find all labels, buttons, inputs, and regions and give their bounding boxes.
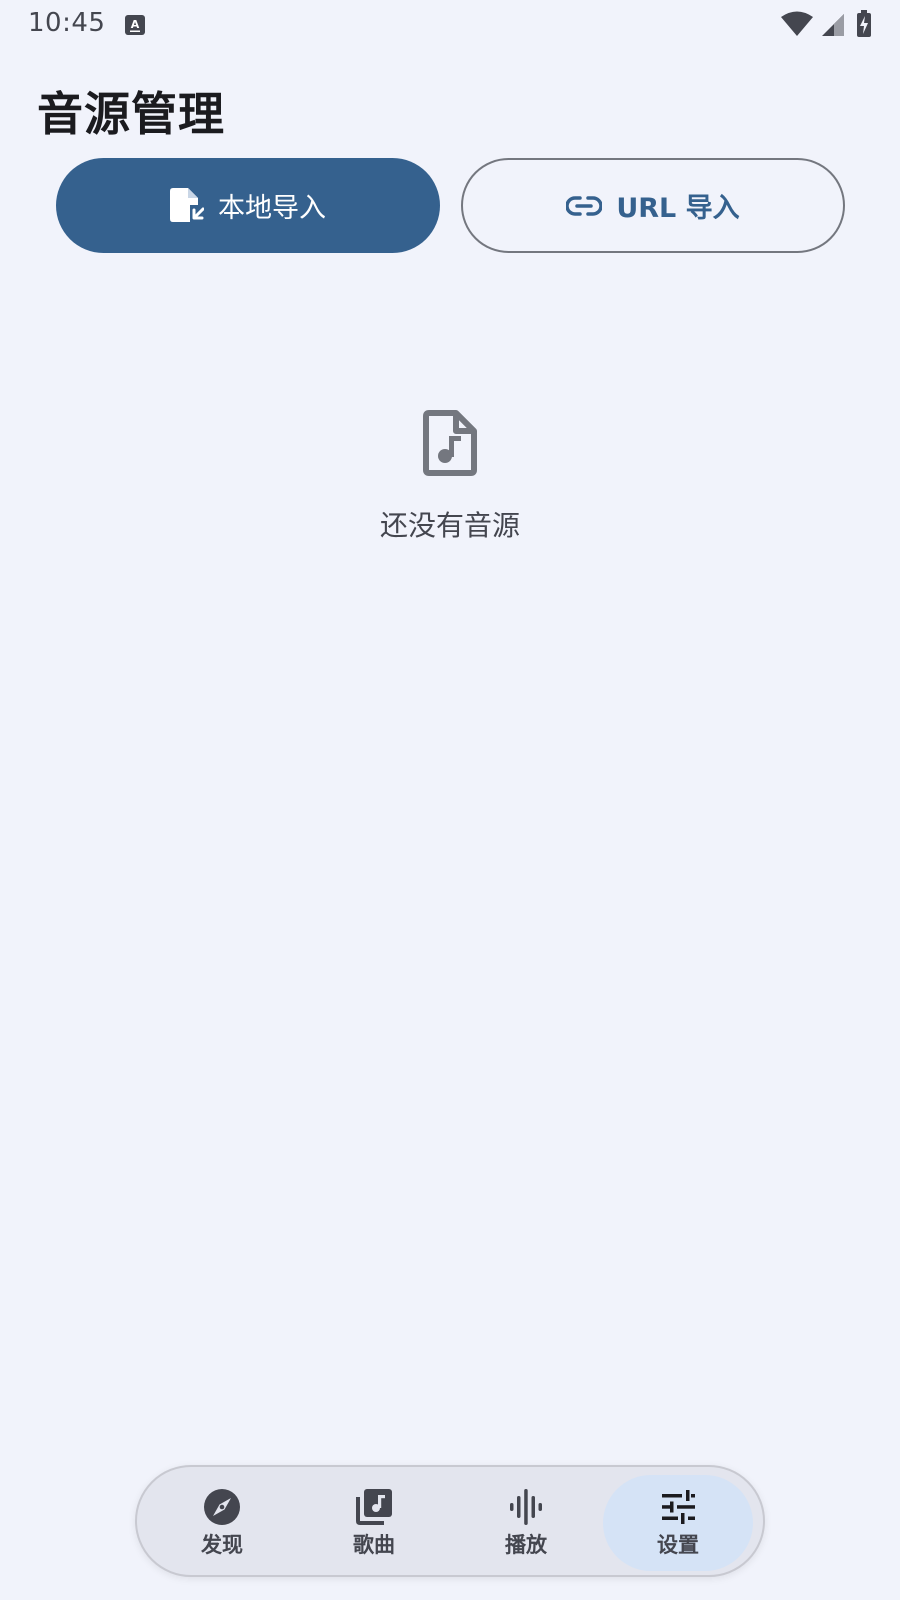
wifi-icon <box>781 11 813 36</box>
nav-label-songs: 歌曲 <box>353 1533 395 1557</box>
battery-charging-icon <box>857 10 871 37</box>
cellular-signal-icon <box>822 14 844 36</box>
nav-item-songs[interactable]: 歌曲 <box>299 1475 449 1571</box>
page-title: 音源管理 <box>37 87 225 141</box>
nav-label-settings: 设置 <box>657 1533 699 1557</box>
nav-item-settings[interactable]: 设置 <box>603 1475 753 1571</box>
music-library-icon <box>356 1489 392 1525</box>
local-import-label: 本地导入 <box>218 193 326 224</box>
empty-state-message: 还没有音源 <box>379 509 520 542</box>
keyboard-notification-icon: A <box>125 15 145 35</box>
tune-icon <box>662 1490 695 1524</box>
nav-label-discover: 发现 <box>201 1533 243 1557</box>
music-file-icon <box>423 410 477 476</box>
empty-state: 还没有音源 <box>0 410 900 544</box>
local-import-button[interactable]: 本地导入 <box>56 158 440 253</box>
nav-item-playing[interactable]: 播放 <box>451 1475 601 1571</box>
nav-item-discover[interactable]: 发现 <box>147 1475 297 1571</box>
url-import-button[interactable]: URL 导入 <box>461 158 845 253</box>
file-import-icon <box>170 187 204 222</box>
status-time: 10:45 <box>28 8 106 38</box>
waveform-icon <box>510 1489 542 1525</box>
compass-icon <box>204 1489 240 1525</box>
nav-label-playing: 播放 <box>505 1533 547 1557</box>
bottom-navigation: 发现 歌曲 播放 设置 <box>135 1465 765 1577</box>
url-import-label: URL 导入 <box>616 193 740 224</box>
status-bar: 10:45 A <box>0 0 900 50</box>
link-icon <box>566 195 603 216</box>
svg-text:A: A <box>131 18 140 31</box>
